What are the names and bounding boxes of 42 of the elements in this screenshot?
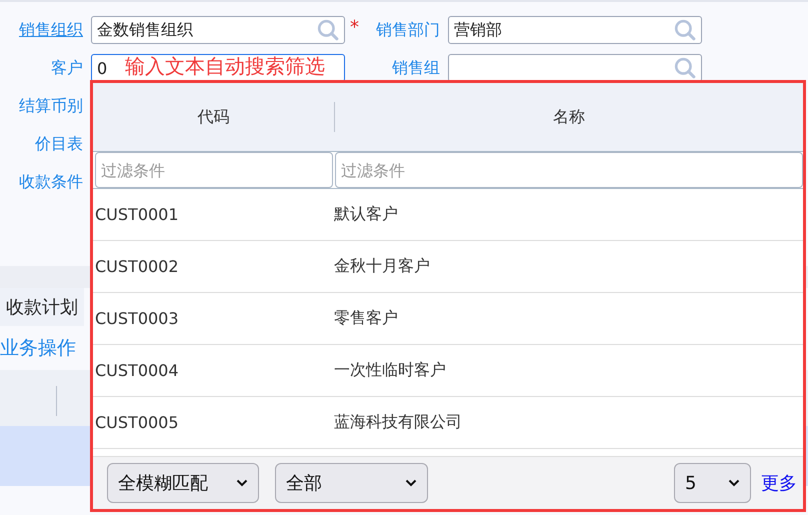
- match-mode-select[interactable]: 全模糊匹配: [107, 463, 259, 503]
- name-cell[interactable]: 蓝海科技有限公司: [334, 412, 462, 433]
- filter-field[interactable]: 过滤条件: [95, 152, 333, 188]
- field-value: 0: [97, 58, 108, 78]
- column-header: 代码: [93, 102, 335, 132]
- chevron-icon: [405, 479, 417, 487]
- required-mark: *: [350, 17, 359, 38]
- business-operations-link[interactable]: 业务操作: [0, 335, 76, 361]
- name-cell[interactable]: 零售客户: [334, 308, 398, 329]
- field-value: 营销部: [454, 20, 502, 40]
- tab[interactable]: 收款计划: [0, 288, 84, 326]
- annotation-text: 输入文本自动搜索筛选: [125, 55, 326, 77]
- chevron-icon: [728, 479, 740, 487]
- filter-field[interactable]: 过滤条件: [335, 152, 803, 188]
- field-label: 销售部门: [375, 20, 440, 40]
- field-label[interactable]: 销售组织: [0, 20, 83, 40]
- more-link[interactable]: 更多: [761, 471, 797, 495]
- lookup-field[interactable]: [448, 54, 702, 82]
- page-size-select[interactable]: 5: [674, 463, 751, 503]
- field-label: 销售组: [391, 58, 440, 78]
- scope-select[interactable]: 全部: [275, 463, 428, 503]
- lookup-field[interactable]: 营销部: [448, 16, 702, 44]
- lookup-field[interactable]: 金数销售组织: [91, 16, 345, 44]
- field-label: 收款条件: [18, 172, 83, 192]
- search-icon[interactable]: [674, 57, 696, 79]
- code-cell[interactable]: CUST0003: [93, 309, 334, 328]
- column-header: 名称: [552, 106, 586, 128]
- search-icon[interactable]: [317, 19, 339, 41]
- field-label: 结算币别: [18, 96, 83, 116]
- field-label: 价目表: [34, 134, 83, 154]
- code-cell[interactable]: CUST0001: [93, 205, 334, 224]
- code-cell[interactable]: CUST0005: [93, 413, 334, 432]
- search-icon[interactable]: [674, 19, 696, 41]
- lookup-field[interactable]: 0 输入文本自动搜索筛选: [91, 54, 345, 82]
- code-cell[interactable]: CUST0004: [93, 361, 334, 380]
- chevron-icon: [236, 479, 248, 487]
- name-cell[interactable]: 一次性临时客户: [334, 360, 446, 381]
- field-value: 金数销售组织: [97, 20, 193, 40]
- name-cell[interactable]: 默认客户: [334, 204, 398, 225]
- code-cell[interactable]: CUST0002: [93, 257, 334, 276]
- name-cell[interactable]: 金秋十月客户: [334, 256, 430, 277]
- field-label: 客户: [50, 58, 83, 78]
